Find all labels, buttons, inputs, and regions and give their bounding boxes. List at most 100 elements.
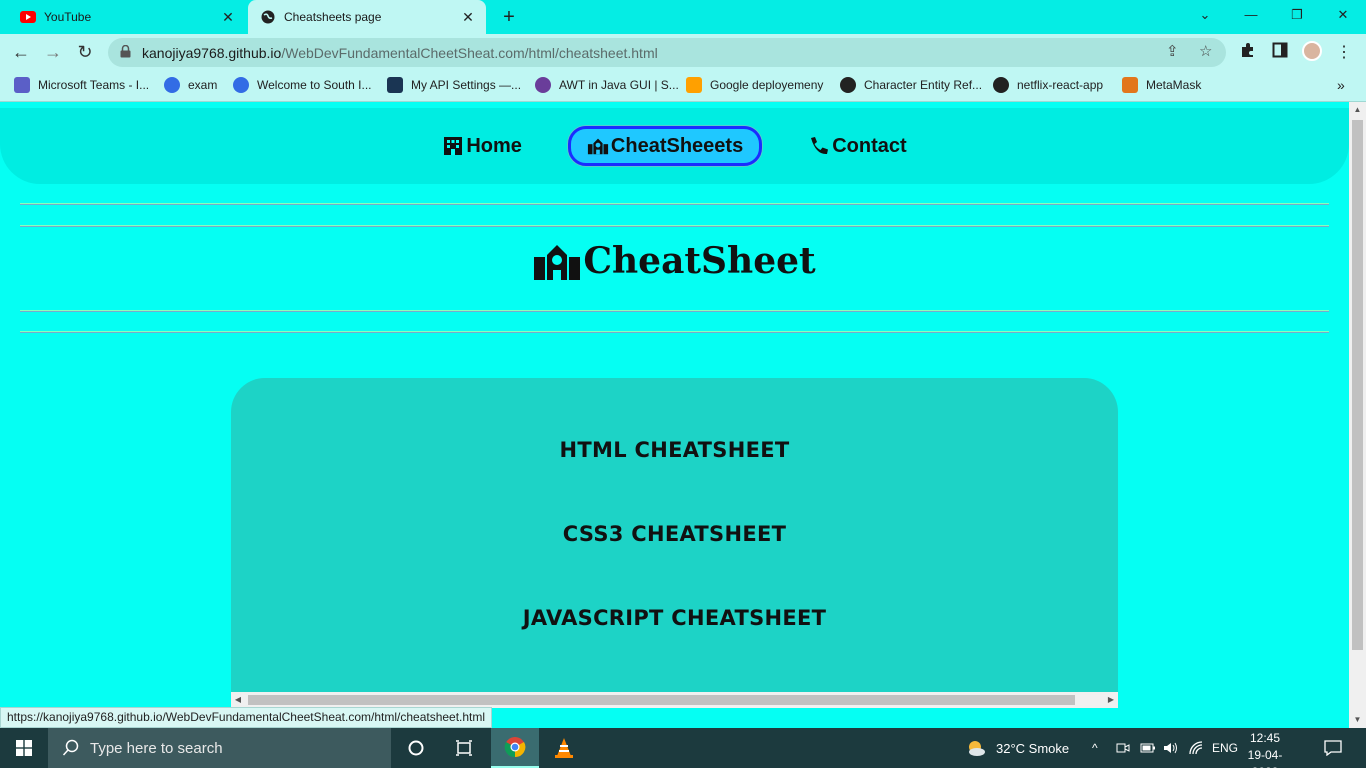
scroll-up-icon[interactable]: ▲: [1349, 102, 1366, 118]
extensions-icon[interactable]: [1238, 42, 1258, 63]
nav-label: Contact: [832, 134, 907, 157]
wifi-icon[interactable]: [1188, 728, 1204, 768]
scroll-thumb[interactable]: [248, 695, 1075, 705]
page-title: CheatSheet: [0, 240, 1349, 282]
globe-icon: [993, 77, 1009, 93]
kubernetes-icon: [164, 77, 180, 93]
bookmark-item[interactable]: AWT in Java GUI | S...: [535, 77, 679, 93]
phone-icon: [811, 137, 829, 155]
html-cheatsheet-link[interactable]: HTML CHEATSHEET: [231, 438, 1118, 462]
firebase-icon: [686, 77, 702, 93]
language-indicator[interactable]: ENG: [1212, 728, 1238, 768]
back-arrow-icon[interactable]: ←: [8, 40, 34, 64]
bookmark-item[interactable]: netflix-react-app: [993, 77, 1103, 93]
bookmarks-overflow-icon[interactable]: »: [1337, 77, 1345, 93]
divider: [20, 203, 1329, 205]
youtube-icon: [20, 9, 36, 25]
tab-youtube[interactable]: YouTube ✕: [8, 0, 246, 34]
share-icon[interactable]: ⇪: [1166, 42, 1179, 60]
link-status-bubble: https://kanojiya9768.github.io/WebDevFun…: [0, 707, 493, 728]
bookmark-item[interactable]: Google deployemeny: [686, 77, 823, 93]
bookmark-item[interactable]: My API Settings —...: [387, 77, 521, 93]
chrome-taskbar-icon[interactable]: [491, 728, 539, 768]
url-host: kanojiya9768.github.io: [142, 44, 282, 61]
kubernetes-icon: [233, 77, 249, 93]
cheatsheet-card: HTML CHEATSHEET CSS3 CHEATSHEET JAVASCRI…: [231, 378, 1118, 696]
reload-icon[interactable]: ↻: [72, 40, 98, 64]
school-icon: [587, 138, 609, 155]
divider: [20, 225, 1329, 227]
teams-icon: [14, 77, 30, 93]
search-placeholder: Type here to search: [90, 739, 223, 757]
building-icon: [444, 137, 463, 155]
windows-start-icon[interactable]: [0, 728, 48, 768]
nav-contact[interactable]: Contact: [792, 126, 922, 166]
nav-cheatsheets[interactable]: CheatSheeets: [567, 126, 763, 166]
notifications-icon[interactable]: [1324, 728, 1342, 768]
vertical-scrollbar[interactable]: ▲ ▼: [1349, 102, 1366, 728]
scroll-down-icon[interactable]: ▼: [1349, 712, 1366, 728]
weather-widget[interactable]: 32°C Smoke: [966, 728, 1069, 768]
weather-text: 32°C Smoke: [996, 740, 1070, 756]
browser-toolbar: ← → ↻ kanojiya9768.github.io/WebDevFunda…: [0, 34, 1366, 70]
scroll-right-icon[interactable]: ▶: [1104, 692, 1118, 708]
javascript-cheatsheet-link[interactable]: JAVASCRIPT CHEATSHEET: [231, 606, 1118, 630]
cortana-icon[interactable]: [398, 728, 434, 768]
st-icon: [535, 77, 551, 93]
nav-home[interactable]: Home: [426, 126, 538, 166]
url-path: /WebDevFundamentalCheetSheat.com/html/ch…: [281, 44, 658, 61]
search-icon: [62, 739, 79, 756]
globe-icon: [840, 77, 856, 93]
address-bar[interactable]: kanojiya9768.github.io/WebDevFundamental…: [108, 38, 1226, 67]
bookmark-item[interactable]: exam: [164, 77, 217, 93]
bookmark-item[interactable]: Character Entity Ref...: [840, 77, 982, 93]
css3-cheatsheet-link[interactable]: CSS3 CHEATSHEET: [231, 522, 1118, 546]
tab-title: Cheatsheets page: [284, 10, 382, 24]
sidepanel-icon[interactable]: [1270, 42, 1290, 63]
tab-cheatsheets[interactable]: Cheatsheets page ✕: [248, 0, 486, 34]
web-page: Home CheatSheeets Contact CheatSheet HTM…: [0, 102, 1349, 728]
minimize-button[interactable]: —: [1228, 0, 1274, 30]
divider: [20, 310, 1329, 312]
new-tab-button[interactable]: +: [498, 6, 520, 28]
volume-icon[interactable]: [1163, 728, 1179, 768]
page-title-text: CheatSheet: [583, 240, 816, 282]
bookmark-item[interactable]: MetaMask: [1122, 77, 1201, 93]
close-tab-icon[interactable]: ✕: [220, 9, 236, 25]
vlc-taskbar-icon[interactable]: [540, 728, 588, 768]
globe-icon: [260, 9, 276, 25]
scroll-thumb[interactable]: [1352, 120, 1363, 650]
horizontal-scrollbar[interactable]: ◀ ▶: [231, 692, 1118, 708]
lock-icon: [120, 44, 134, 61]
meet-now-icon[interactable]: [1116, 728, 1130, 768]
school-icon: [534, 245, 581, 280]
close-tab-icon[interactable]: ✕: [460, 9, 476, 25]
forward-arrow-icon[interactable]: →: [40, 40, 66, 64]
close-window-button[interactable]: ✕: [1320, 0, 1366, 30]
windows-taskbar: Type here to search 32°C Smoke ^ ENG 12:…: [0, 728, 1366, 768]
bookmarks-bar: Microsoft Teams - I... exam Welcome to S…: [0, 70, 1366, 102]
avatar[interactable]: [1302, 41, 1322, 61]
clock-time: 12:45: [1249, 731, 1281, 745]
bookmark-item[interactable]: Welcome to South I...: [233, 77, 372, 93]
site-navbar: Home CheatSheeets Contact: [0, 108, 1349, 184]
divider: [20, 331, 1329, 333]
task-view-icon[interactable]: [446, 728, 482, 768]
menu-kebab-icon[interactable]: ⋮: [1334, 42, 1354, 62]
tray-chevron-up-icon[interactable]: ^: [1092, 728, 1098, 768]
scroll-left-icon[interactable]: ◀: [231, 692, 245, 708]
battery-icon[interactable]: [1140, 728, 1156, 768]
browser-tab-bar: YouTube ✕ Cheatsheets page ✕ + ⌄ — ❐ ✕: [0, 0, 1366, 34]
restore-button[interactable]: ❐: [1274, 0, 1320, 30]
nav-label: Home: [466, 134, 522, 157]
api-icon: [387, 77, 403, 93]
star-icon[interactable]: ☆: [1199, 42, 1212, 60]
taskbar-clock[interactable]: 12:45 19-04-2022: [1240, 730, 1290, 768]
metamask-icon: [1122, 77, 1138, 93]
taskbar-search-box[interactable]: Type here to search: [48, 728, 391, 768]
clock-date: 19-04-2022: [1247, 748, 1283, 768]
bookmark-item[interactable]: Microsoft Teams - I...: [14, 77, 149, 93]
tab-title: YouTube: [44, 10, 92, 24]
nav-label: CheatSheeets: [610, 134, 744, 157]
tab-search-dropdown-icon[interactable]: ⌄: [1182, 0, 1228, 30]
